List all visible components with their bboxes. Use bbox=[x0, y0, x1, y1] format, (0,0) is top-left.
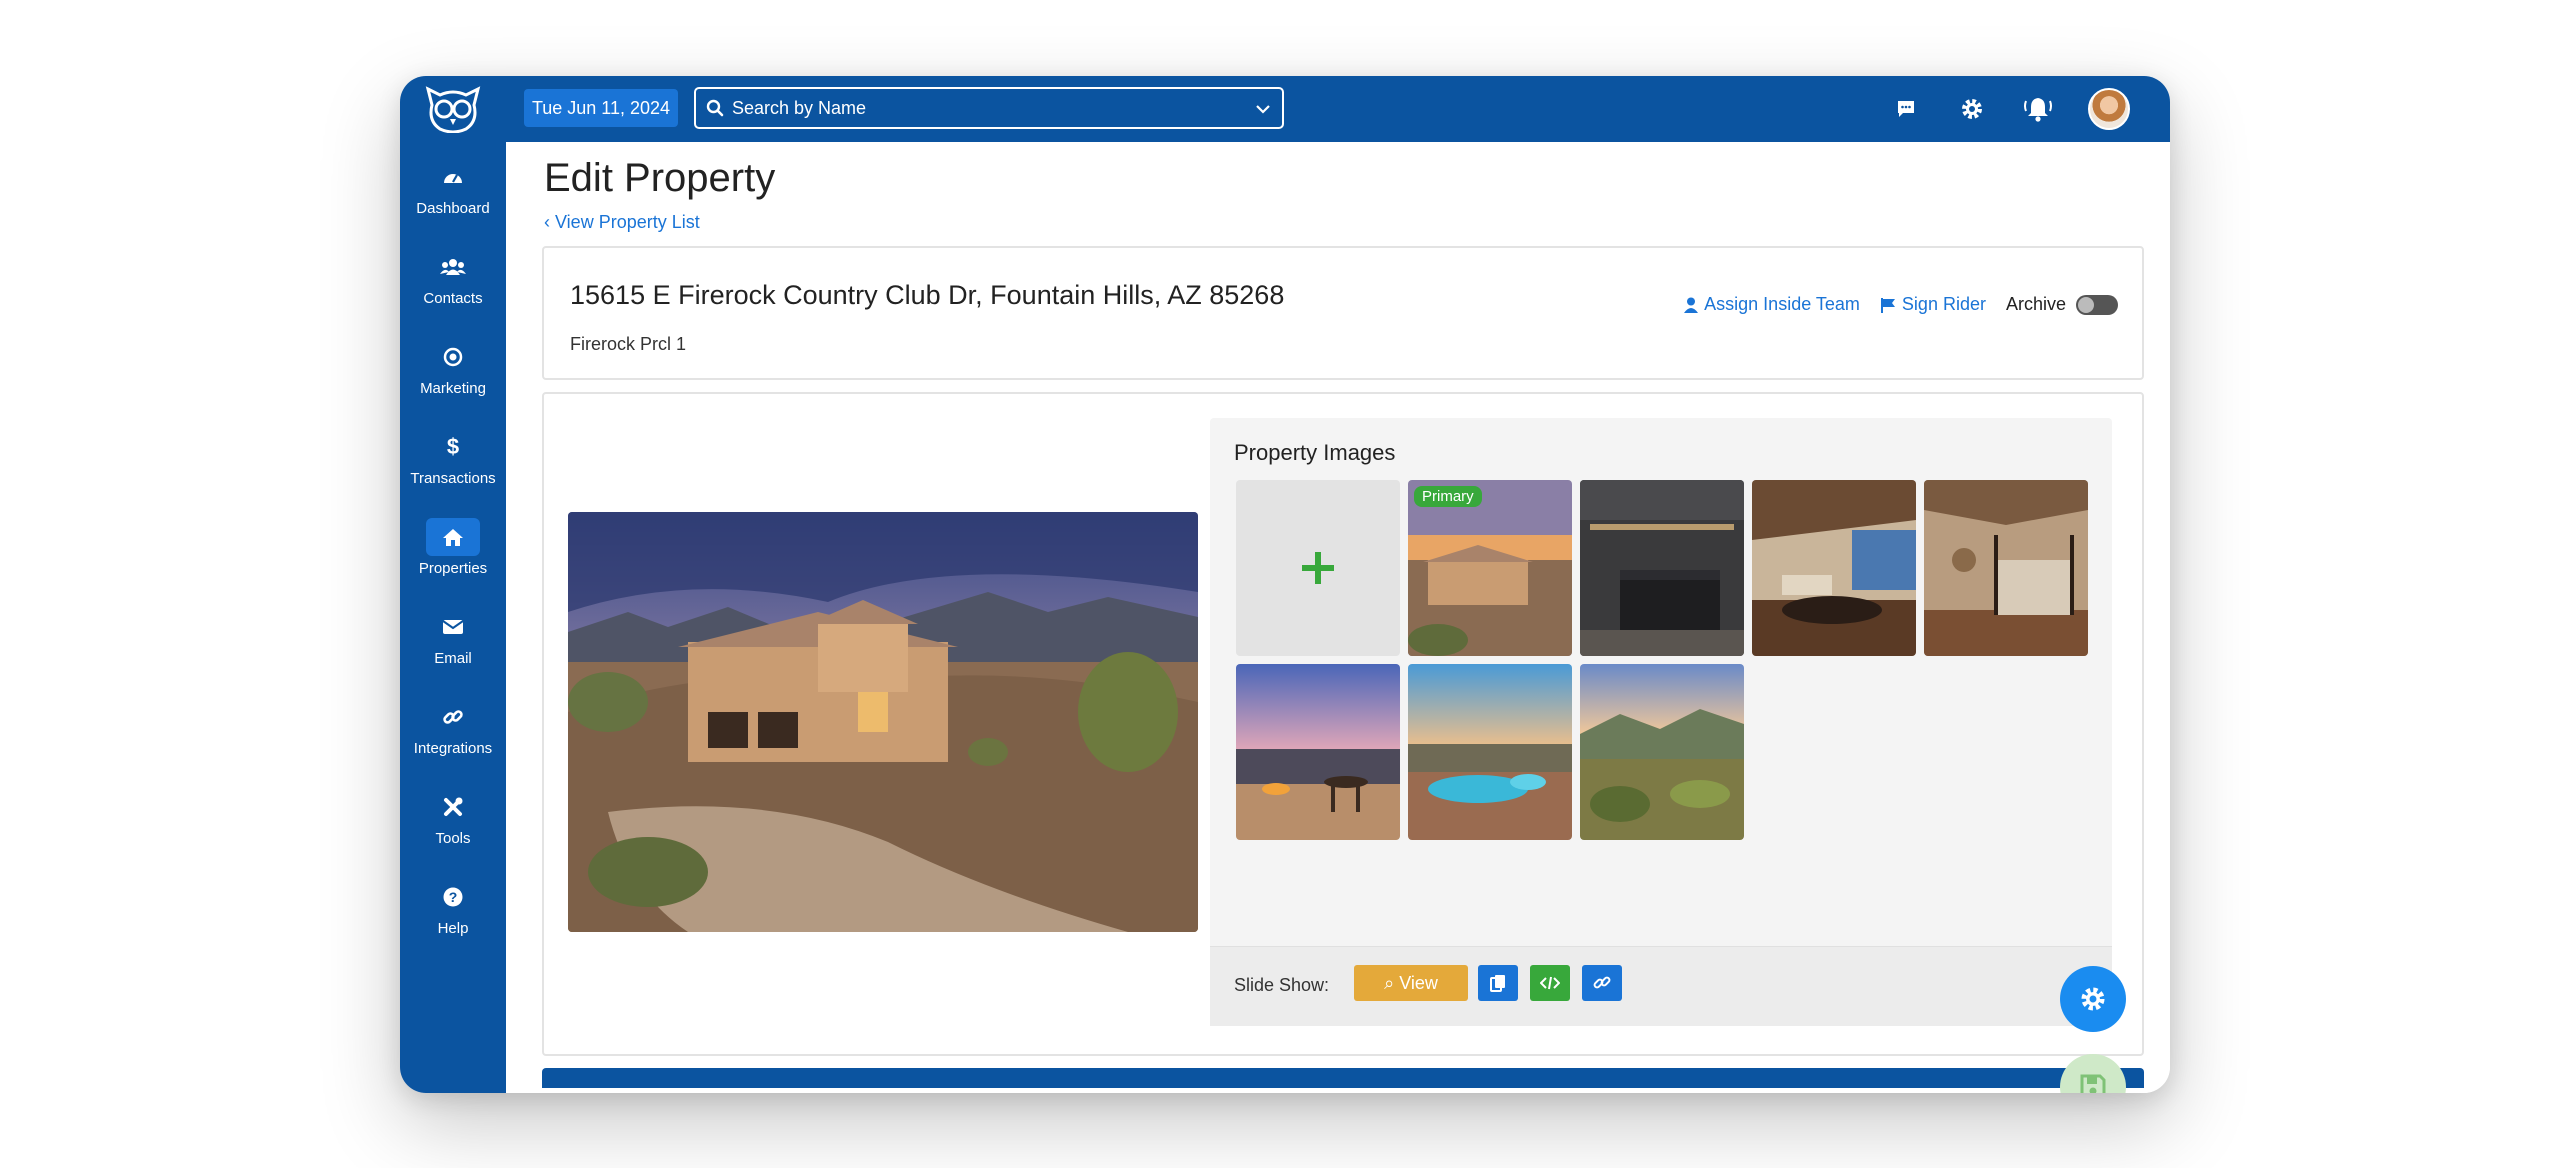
archive-control: Archive bbox=[2006, 294, 2118, 315]
sidebar: Dashboard Contacts Marketing $ Transacti… bbox=[400, 142, 506, 1093]
share-link-button[interactable] bbox=[1582, 965, 1622, 1001]
image-thumbnail-landscape[interactable] bbox=[1580, 664, 1744, 840]
slideshow-bar: Slide Show: ⌕ View bbox=[1210, 946, 2112, 1026]
sign-rider-link[interactable]: Sign Rider bbox=[1880, 294, 1986, 315]
view-property-list-link[interactable]: ‹ View Property List bbox=[544, 212, 700, 233]
save-icon bbox=[2080, 1074, 2106, 1093]
floating-settings-button[interactable] bbox=[2060, 966, 2126, 1032]
sidebar-item-label: Integrations bbox=[413, 740, 493, 757]
image-thumbnail-living-room[interactable] bbox=[1752, 480, 1916, 656]
page-title: Edit Property bbox=[544, 156, 776, 200]
primary-property-photo[interactable] bbox=[568, 512, 1198, 932]
image-thumbnail-kitchen[interactable] bbox=[1580, 480, 1744, 656]
property-images-title: Property Images bbox=[1234, 440, 1396, 465]
sidebar-item-label: Marketing bbox=[420, 380, 486, 397]
archive-label: Archive bbox=[2005, 294, 2066, 314]
tools-icon bbox=[426, 788, 480, 826]
gauge-icon bbox=[426, 158, 480, 196]
floating-save-button[interactable] bbox=[2060, 1054, 2126, 1093]
sidebar-item-label: Properties bbox=[418, 560, 488, 577]
sidebar-item-help[interactable]: ? Help bbox=[400, 878, 506, 948]
sidebar-item-contacts[interactable]: Contacts bbox=[400, 248, 506, 318]
link-icon bbox=[1593, 976, 1611, 989]
user-icon bbox=[1684, 297, 1699, 313]
property-actions: Assign Inside Team Sign Rider Archive bbox=[1684, 294, 2118, 315]
link-icon bbox=[426, 698, 480, 736]
owl-logo-icon[interactable] bbox=[422, 85, 484, 133]
image-thumbnail-exterior[interactable]: Primary bbox=[1408, 480, 1572, 656]
image-thumbnail-bedroom[interactable] bbox=[1924, 480, 2088, 656]
plus-icon bbox=[1302, 552, 1334, 584]
sidebar-item-label: Help bbox=[437, 920, 469, 937]
code-icon bbox=[1540, 976, 1560, 990]
main-content: Edit Property ‹ View Property List 15615… bbox=[506, 142, 2170, 1093]
flag-icon bbox=[1880, 297, 1895, 313]
property-address: 15615 E Firerock Country Club Dr, Founta… bbox=[570, 280, 1285, 310]
sidebar-item-label: Email bbox=[434, 650, 472, 667]
sign-rider-label: Sign Rider bbox=[1901, 294, 1986, 314]
copy-icon bbox=[1490, 975, 1505, 992]
next-section-header bbox=[542, 1068, 2144, 1088]
chevron-down-icon bbox=[1256, 105, 1270, 114]
property-media-card: Property Images Primary Slide Show: ⌕ Vi… bbox=[542, 392, 2144, 1056]
sidebar-item-email[interactable]: Email bbox=[400, 608, 506, 678]
sidebar-item-label: Contacts bbox=[423, 290, 483, 307]
target-icon bbox=[426, 338, 480, 376]
add-image-tile[interactable] bbox=[1236, 480, 1400, 656]
property-subdivision: Firerock Prcl 1 bbox=[570, 334, 687, 354]
chat-icon[interactable] bbox=[1890, 93, 1922, 125]
back-link-label: View Property List bbox=[555, 212, 700, 232]
search-placeholder: Search by Name bbox=[732, 98, 867, 118]
property-images-panel: Property Images Primary Slide Show: ⌕ Vi… bbox=[1210, 418, 2112, 1026]
search-icon bbox=[706, 99, 724, 117]
dollar-icon: $ bbox=[446, 434, 460, 459]
search-icon: ⌕ bbox=[1384, 973, 1400, 993]
assign-inside-team-link[interactable]: Assign Inside Team bbox=[1684, 294, 1860, 315]
view-button-label: View bbox=[1399, 973, 1438, 993]
image-thumbnail-pool[interactable] bbox=[1408, 664, 1572, 840]
chevron-left-icon: ‹ bbox=[544, 212, 555, 232]
slideshow-label: Slide Show: bbox=[1234, 975, 1330, 995]
home-icon bbox=[426, 518, 480, 556]
sidebar-item-dashboard[interactable]: Dashboard bbox=[400, 158, 506, 228]
gear-icon[interactable] bbox=[1956, 93, 1988, 125]
sidebar-item-label: Tools bbox=[435, 830, 471, 847]
primary-badge: Primary bbox=[1414, 486, 1482, 507]
app-window: Tue Jun 11, 2024 Search by Name Dashboar… bbox=[400, 76, 2170, 1093]
sidebar-item-label: Transactions bbox=[410, 470, 496, 487]
top-bar: Tue Jun 11, 2024 Search by Name bbox=[400, 76, 2170, 142]
sidebar-item-marketing[interactable]: Marketing bbox=[400, 338, 506, 408]
slideshow-view-button[interactable]: ⌕ View bbox=[1354, 965, 1468, 1001]
sidebar-item-tools[interactable]: Tools bbox=[400, 788, 506, 858]
user-avatar[interactable] bbox=[2088, 88, 2130, 130]
sidebar-item-label: Dashboard bbox=[416, 200, 490, 217]
embed-code-button[interactable] bbox=[1530, 965, 1570, 1001]
envelope-icon bbox=[426, 608, 480, 646]
bell-icon[interactable] bbox=[2022, 93, 2054, 125]
date-display: Tue Jun 11, 2024 bbox=[524, 89, 678, 127]
assign-inside-team-label: Assign Inside Team bbox=[1704, 294, 1860, 314]
sidebar-item-transactions[interactable]: $ Transactions bbox=[400, 428, 506, 498]
svg-text:?: ? bbox=[449, 889, 458, 905]
gear-icon bbox=[2081, 987, 2105, 1011]
property-header-card: 15615 E Firerock Country Club Dr, Founta… bbox=[542, 246, 2144, 380]
archive-toggle[interactable] bbox=[2076, 294, 2118, 315]
help-icon: ? bbox=[426, 878, 480, 916]
copy-link-button[interactable] bbox=[1478, 965, 1518, 1001]
sidebar-item-properties[interactable]: Properties bbox=[400, 518, 506, 588]
search-input[interactable]: Search by Name bbox=[694, 87, 1284, 129]
top-icons bbox=[1890, 76, 2130, 142]
users-icon bbox=[426, 248, 480, 286]
sidebar-item-integrations[interactable]: Integrations bbox=[400, 698, 506, 768]
image-thumbnail-patio[interactable] bbox=[1236, 664, 1400, 840]
